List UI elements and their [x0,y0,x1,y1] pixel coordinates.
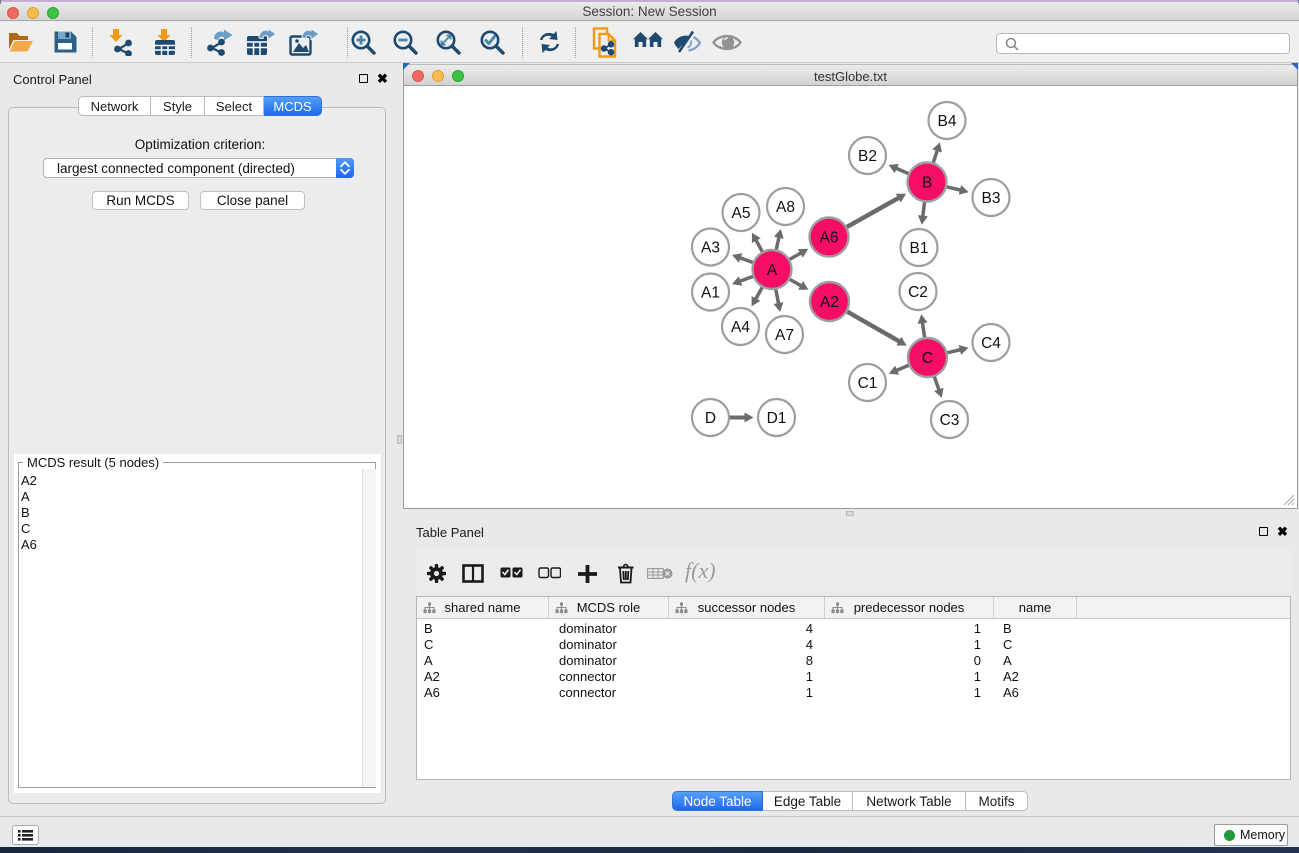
svg-text:C2: C2 [908,284,928,301]
svg-text:A3: A3 [701,240,720,257]
svg-text:D1: D1 [767,410,787,427]
svg-text:D: D [705,410,716,427]
svg-text:A6: A6 [820,230,839,247]
svg-text:A1: A1 [701,285,720,302]
svg-text:C4: C4 [981,335,1001,352]
svg-text:A2: A2 [820,294,839,311]
svg-text:B4: B4 [938,113,957,130]
svg-text:A4: A4 [731,319,750,336]
svg-text:A7: A7 [775,327,794,344]
svg-text:B: B [922,175,932,192]
svg-text:B2: B2 [858,148,877,165]
svg-text:C1: C1 [858,375,878,392]
svg-text:A8: A8 [776,199,795,216]
svg-text:B1: B1 [910,240,929,257]
svg-text:A5: A5 [732,205,751,222]
svg-text:B3: B3 [982,190,1001,207]
svg-text:C3: C3 [940,412,960,429]
svg-text:C: C [922,350,933,367]
svg-text:A: A [767,262,778,279]
